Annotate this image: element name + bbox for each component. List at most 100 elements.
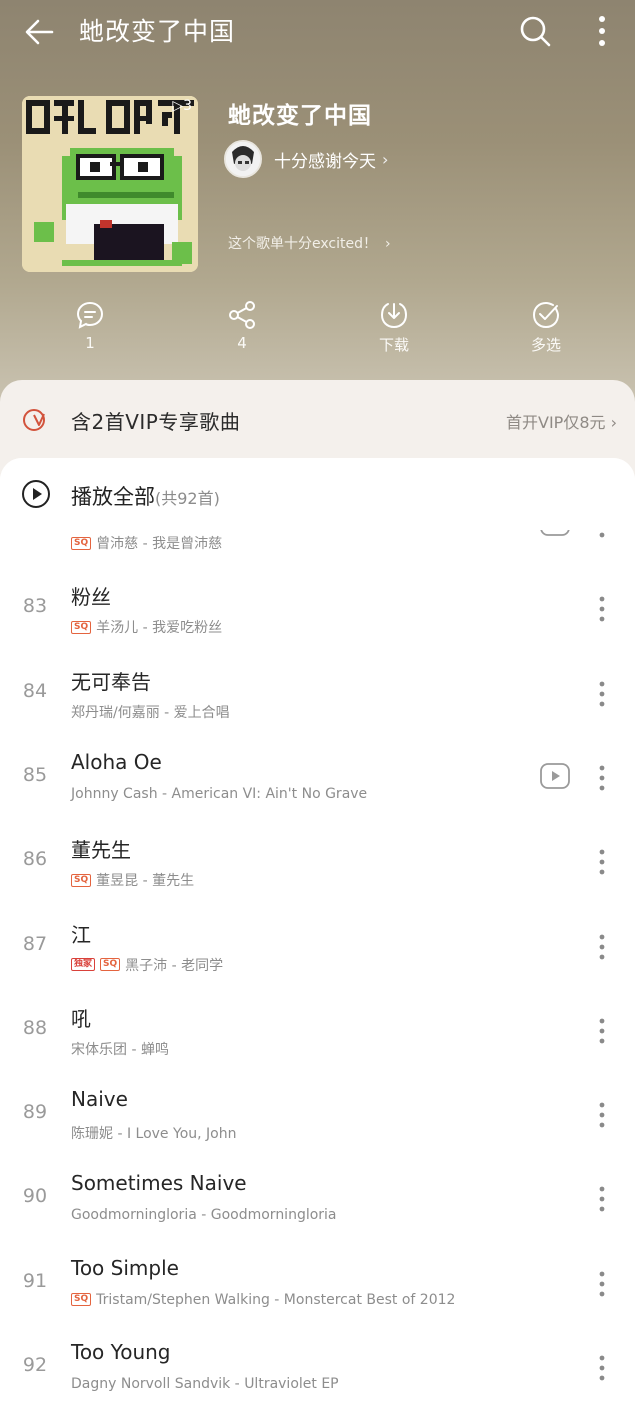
sq-quality-badge: SQ <box>71 620 92 634</box>
song-row[interactable]: 83 粉丝 SQ 羊汤儿 - 我爱吃粉丝 <box>0 567 635 651</box>
song-artist-album: 郑丹瑞/何嘉丽 - 爱上合唱 <box>71 702 230 722</box>
share-button[interactable]: 4 <box>202 300 282 352</box>
song-row[interactable]: 85 Aloha Oe Johnny Cash - American VI: Ain… <box>0 736 635 820</box>
song-artist-album: 独家 SQ 黑子沛 - 老同学 <box>71 955 223 975</box>
song-title: 董先生 <box>71 838 131 863</box>
chevron-right-icon: › <box>610 413 617 432</box>
chevron-right-icon: › <box>384 236 391 252</box>
comment-button[interactable]: 1 <box>50 300 130 352</box>
track-number: 85 <box>22 763 48 786</box>
more-options-icon[interactable] <box>594 1017 610 1045</box>
avatar <box>224 140 262 178</box>
artist-album-text: 董昱昆 - 董先生 <box>96 873 195 890</box>
artist-album-text: Tristam/Stephen Walking - Monstercat Bes… <box>96 1291 456 1308</box>
action-bar: 1 4 下载 多选 <box>0 300 635 364</box>
song-title: 江 <box>71 922 91 947</box>
vip-songs-text: 含2首VIP专享歌曲 <box>71 410 241 434</box>
song-row[interactable]: 89 Naive 陈珊妮 - I Love You, John <box>0 1073 635 1157</box>
song-count: (共92首) <box>155 489 220 508</box>
creator-name: 十分感谢今天 <box>274 151 376 172</box>
more-options-icon[interactable] <box>594 595 610 623</box>
pixel-frog-cover-image <box>22 96 198 272</box>
track-number: 87 <box>22 932 48 955</box>
more-options-icon[interactable] <box>594 1185 610 1213</box>
song-artist-album: SQ Tristam/Stephen Walking - Monstercat B… <box>71 1292 455 1308</box>
top-bar: 虵改变了中国 <box>0 0 635 64</box>
song-row[interactable]: 92 Too Young Dagny Norvoll Sandvik - Ultra… <box>0 1326 635 1408</box>
artist-album-text: 曾沛慈 - 我是曾沛慈 <box>96 536 223 552</box>
song-title: 吼 <box>71 1006 91 1031</box>
more-options-icon[interactable] <box>594 764 610 792</box>
artist-album-text: 羊汤儿 - 我爱吃粉丝 <box>96 620 223 637</box>
share-count: 4 <box>237 334 247 352</box>
download-button[interactable]: 下载 <box>354 300 434 355</box>
play-all-text: 播放全部 <box>71 485 155 509</box>
share-icon <box>229 301 255 329</box>
sq-quality-badge: SQ <box>100 958 121 971</box>
play-circle-icon <box>22 480 50 508</box>
track-number: 92 <box>22 1354 48 1376</box>
playlist-description[interactable]: 这个歌单十分excited！ › <box>228 233 391 253</box>
play-count: ▷3 <box>172 98 192 114</box>
play-all-button[interactable]: 播放全部(共92首) <box>0 458 635 530</box>
playlist-title: 虵改变了中国 <box>228 103 372 129</box>
song-row[interactable]: 90 Sometimes Naive Goodmorningloria - Good… <box>0 1157 635 1241</box>
track-number: 83 <box>22 595 48 618</box>
song-row[interactable]: 84 无可奉告郑丹瑞/何嘉丽 - 爱上合唱 <box>0 652 635 736</box>
more-options-icon[interactable] <box>594 933 610 961</box>
vip-offer-text: 首开VIP仅8元 <box>506 413 606 432</box>
song-row[interactable]: 88 吼宋体乐团 - 蝉鸣 <box>0 989 635 1073</box>
chevron-right-icon: › <box>382 149 389 169</box>
song-title: Too Young <box>71 1340 171 1364</box>
song-title: 粉丝 <box>71 585 111 610</box>
vip-offer-link[interactable]: 首开VIP仅8元 › <box>506 409 617 433</box>
sq-quality-badge: SQ <box>71 873 92 887</box>
song-row[interactable]: 86 董先生 SQ 董昱昆 - 董先生 <box>0 820 635 904</box>
more-options-icon[interactable] <box>594 848 610 876</box>
artist-album-text: 宋体乐团 - 蝉鸣 <box>71 1041 169 1058</box>
creator-link[interactable]: 十分感谢今天 › <box>224 140 388 178</box>
mv-play-icon[interactable] <box>540 762 570 789</box>
download-label: 下载 <box>378 336 409 354</box>
track-number: 91 <box>22 1269 48 1292</box>
track-number: 88 <box>22 1016 48 1039</box>
song-artist-album: SQ 羊汤儿 - 我爱吃粉丝 <box>71 617 222 637</box>
track-number: 84 <box>22 679 48 702</box>
song-artist-album: 宋体乐团 - 蝉鸣 <box>71 1039 169 1059</box>
song-title: 无可奉告 <box>71 669 151 694</box>
song-title: Sometimes Naive <box>71 1171 247 1196</box>
comment-count: 1 <box>85 334 95 352</box>
track-number: 90 <box>22 1185 48 1208</box>
artist-album-text: 黑子沛 - 老同学 <box>125 957 224 974</box>
song-row[interactable]: 87 江独家 SQ 黑子沛 - 老同学 <box>0 905 635 989</box>
song-row[interactable]: 91 Too Simple SQ Tristam/Stephen Walking - … <box>0 1242 635 1326</box>
song-artist-album: Dagny Norvoll Sandvik - Ultraviolet EP <box>71 1376 339 1392</box>
more-options-icon[interactable] <box>594 1101 610 1129</box>
multi-select-label: 多选 <box>530 336 561 354</box>
playlist-cover[interactable]: ▷3 <box>22 96 198 272</box>
artist-album-text: Goodmorningloria - Goodmorningloria <box>71 1207 337 1224</box>
artist-album-text: Johnny Cash - American VI: Ain't No Grav… <box>71 785 368 802</box>
vip-logo-icon <box>23 409 45 431</box>
exclusive-badge: 独家 <box>71 958 96 971</box>
song-title: Aloha Oe <box>71 749 162 774</box>
song-artist-album: SQ 曾沛慈 - 我是曾沛慈 <box>71 533 222 553</box>
description-text: 这个歌单十分excited！ <box>228 236 377 252</box>
search-icon[interactable] <box>517 13 553 49</box>
sq-quality-badge: SQ <box>71 536 92 550</box>
track-number: 89 <box>22 1101 48 1124</box>
play-all-label: 播放全部(共92首) <box>71 481 220 511</box>
more-options-icon[interactable] <box>594 680 610 708</box>
multi-select-button[interactable]: 多选 <box>506 300 586 355</box>
more-options-icon[interactable] <box>594 1354 610 1382</box>
more-options-icon[interactable] <box>594 1270 610 1298</box>
track-number: 86 <box>22 848 48 871</box>
back-arrow-icon[interactable] <box>22 14 58 50</box>
more-vertical-icon[interactable] <box>588 13 616 49</box>
comment-icon <box>76 301 104 329</box>
song-artist-album: Johnny Cash - American VI: Ain't No Grav… <box>71 786 367 802</box>
song-list-panel: 播放全部(共92首) 82SQ曾沛慈 - 我是曾沛慈83粉丝SQ羊汤儿 - 我爱… <box>0 458 635 1408</box>
song-artist-album: SQ 董昱昆 - 董先生 <box>71 870 194 890</box>
artist-album-text: 郑丹瑞/何嘉丽 - 爱上合唱 <box>71 704 230 721</box>
download-icon <box>380 303 408 329</box>
